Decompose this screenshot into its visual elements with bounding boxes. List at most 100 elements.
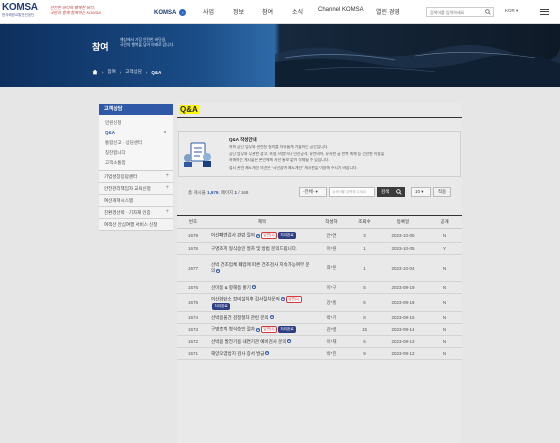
page-total: 168 <box>240 190 249 195</box>
post-count: 총 게시물 1,679, 페이지 1 / 168 <box>188 190 249 195</box>
search-bar: 총 게시물 1,679, 페이지 1 / 168 -전체- ▾ 검색어를 입력해… <box>177 186 462 199</box>
table-body: 1679 어선폐엔검사 관련 질의 답변(1) 처리완료 안*연 3 2023-10-05 N… <box>177 229 462 360</box>
breadcrumb-qa[interactable]: Q&A <box>151 70 161 75</box>
post-title-link[interactable]: 선박용물건 검정절차 관련 문의 <box>211 315 269 320</box>
sidebar-sub-qa[interactable]: Q&A <box>99 128 173 138</box>
lock-icon <box>269 315 274 320</box>
cell-title: 해양오염방지 검사 증서 발급 <box>209 351 313 357</box>
sidebar-head[interactable]: 고객상담 <box>99 104 173 115</box>
sidebar-item-growth-center[interactable]: 기업성장응답센터 + <box>99 171 173 183</box>
lock-icon <box>287 339 292 344</box>
sidebar-sub-civil-request[interactable]: 민원신청 <box>99 118 173 128</box>
cell-public: Y <box>442 246 446 251</box>
plus-icon: + <box>165 173 169 179</box>
cell-author: 박*기 <box>326 314 337 320</box>
logo-subtext: 한국해양교통안전공단 <box>2 13 35 17</box>
table-row[interactable]: 1679 어선폐엔검사 관련 질의 답변(1) 처리완료 안*연 3 2023-10-05 N <box>177 229 462 243</box>
cell-author: 강*홍 <box>326 299 337 305</box>
cell-date: 2023-09-19 <box>391 285 415 290</box>
lock-icon <box>251 285 256 290</box>
lock-icon <box>280 297 285 301</box>
nav-open-management[interactable]: 열린 경영 <box>376 7 400 16</box>
cell-views: 9 <box>363 351 366 356</box>
nav-news[interactable]: 소식 <box>292 7 303 16</box>
cell-author: 최*훈 <box>326 265 337 270</box>
sidebar-sub-compliments[interactable]: 칭찬합니다 <box>99 148 173 158</box>
post-title-link[interactable]: 선박용 발전기용 내연기관 예비검사 문의 <box>211 339 286 344</box>
sidebar-item-safe-travel[interactable]: 여객선 안심여행 서비스 신청 <box>99 219 173 231</box>
cell-date: 2023-10-05 <box>391 233 415 238</box>
sidebar-item-eco-certification[interactable]: 친환경선박 · 기자재 인증 + <box>99 207 173 219</box>
post-title-link[interactable]: 선박 건조업체 폐업에 따른 건조검사 지속가능여부 문의 <box>211 262 310 273</box>
post-title-link[interactable]: 구명조끼 형식승인 절차 및 방법 문의드립니다. <box>211 246 297 251</box>
post-title-link[interactable]: 이산화탄소 장비설치후 검사절차문의 <box>211 296 280 301</box>
sidebar-item-label: 안전관리책임자 교육신청 <box>104 186 151 191</box>
breadcrumb-customer-support[interactable]: 고객상담 <box>125 69 142 75</box>
table-header: 번호 제목 작성자 조회수 등록일 공개 <box>177 216 462 229</box>
sidebar-item-fishing-reform[interactable]: 여선개혁시스템 <box>99 195 173 207</box>
sidebar-item-label: 여선개혁시스템 <box>104 198 133 203</box>
menu-icon[interactable] <box>540 7 549 16</box>
breadcrumb-participation[interactable]: 참여 <box>108 69 116 75</box>
sidebar-sub-label: 민원신청 <box>105 120 122 125</box>
cell-date: 2023-09-14 <box>391 327 415 332</box>
post-title-link[interactable]: 어선폐엔검사 관련 질의 <box>211 233 255 238</box>
cell-views: 15 <box>361 327 367 332</box>
cell-views: 5 <box>363 300 366 305</box>
table-row[interactable]: 1674 선박용물건 검정절차 관련 문의 박*기 8 2023-09-15 N <box>177 312 462 324</box>
cell-title: 선박용물건 검정절차 관련 문의 <box>209 315 313 321</box>
nav-info[interactable]: 정보 <box>233 7 244 16</box>
site-header: KOMSA 한국해양교통안전공단 안전한 바다와 행복한 바다, 국민과 함께 … <box>0 0 560 24</box>
hero-subtitle-line-2: 국민의 행복을 담아 미래로 갑니다. <box>120 43 175 47</box>
post-title-link[interactable]: 선미등 & 항해등 밝기 <box>211 285 251 290</box>
active-dot-icon <box>164 131 166 133</box>
komsa-button[interactable]: KOMSA › <box>150 7 190 18</box>
sidebar-sub-label: 통합신고 · 상담센터 <box>105 140 143 145</box>
table-row[interactable]: 1672 선박용 발전기용 내연기관 예비검사 문의 이*재 6 2023-09-13 N <box>177 336 462 348</box>
keyword-input[interactable]: 검색어를 입력해 주세요 <box>329 187 375 197</box>
qa-table: 번호 제목 작성자 조회수 등록일 공개 1679 어선폐엔검사 관련 질의 답변(… <box>177 215 462 360</box>
nav-channel-komsa[interactable]: Channel KOMSA <box>318 7 364 13</box>
apply-button[interactable]: 적용 <box>433 187 451 197</box>
post-title-link[interactable]: 해양오염방지 검사 증서 발급 <box>211 351 264 356</box>
search-icon[interactable] <box>485 9 491 15</box>
table-row[interactable]: 1677 선박 건조업체 폐업에 따른 건조검사 지속가능여부 문의 최*훈 1 202… <box>177 255 462 282</box>
language-selector[interactable]: KOR ▾ <box>505 8 518 14</box>
table-row[interactable]: 1673 구명조끼 형식승인 절차 답변(1) 처리완료 김*병 15 2023-09-14… <box>177 324 462 336</box>
table-row[interactable]: 1676 선미등 & 항해등 밝기 이*구 5 2023-09-19 N <box>177 282 462 294</box>
apply-button-label: 적용 <box>437 189 447 194</box>
search-input[interactable] <box>427 8 485 16</box>
sidebar-sub-label: 고객소통함 <box>105 160 126 165</box>
search-button[interactable]: 검색 <box>377 187 405 197</box>
table-row[interactable]: 1671 해양오염방지 검사 증서 발급 박*진 9 2023-09-12 N <box>177 348 462 360</box>
per-page-value: 10 <box>415 189 421 194</box>
cell-title: 선미등 & 항해등 밝기 <box>209 285 313 291</box>
nav-participation[interactable]: 참여 <box>262 7 273 16</box>
filter-select[interactable]: -전체- ▾ <box>299 187 327 197</box>
plus-icon: + <box>165 185 169 191</box>
hero-banner: 참여 해상에서 가장 안전한 바닷길, 국민의 행복을 담아 미래로 갑니다. … <box>0 24 560 87</box>
th-title: 제목 <box>257 219 267 224</box>
th-number: 번호 <box>188 219 198 224</box>
crumb-separator: › <box>145 69 148 75</box>
cell-number: 1673 <box>187 327 198 332</box>
plus-icon: + <box>165 209 169 215</box>
sidebar-item-safety-education[interactable]: 안전관리책임자 교육신청 + <box>99 183 173 195</box>
sidebar-item-label: 친환경선박 · 기자재 인증 <box>104 210 151 215</box>
cell-public: N <box>442 339 447 344</box>
header-search <box>426 7 494 17</box>
nav-business[interactable]: 사업 <box>203 7 214 16</box>
status-badge: 처리완료 <box>277 326 297 333</box>
cell-number: 1672 <box>187 339 198 344</box>
sidebar-sub-report-center[interactable]: 통합신고 · 상담센터 <box>99 138 173 148</box>
sidebar-sub-customer-comm[interactable]: 고객소통함 <box>99 158 173 168</box>
table-row[interactable]: 1675 이산화탄소 장비설치후 검사절차문의 답변(1) 처리완료 강*홍 5 2023-… <box>177 294 462 312</box>
post-title-link[interactable]: 구명조끼 형식승인 절차 <box>211 327 255 332</box>
komsa-logo[interactable]: KOMSA 한국해양교통안전공단 <box>2 3 44 21</box>
per-page-select[interactable]: 10 ▾ <box>411 187 431 197</box>
home-icon[interactable] <box>92 69 98 75</box>
cell-date: 2023-10-05 <box>391 246 415 251</box>
table-row[interactable]: 1678 구명조끼 형식승인 절차 및 방법 문의드립니다. 이*원 1 2023-10… <box>177 243 462 255</box>
main-content: Q&A Q&A 작성안내 저희 공단 업무와 관련된 질의를 자유롭게 기술하는… <box>177 103 462 443</box>
lock-icon <box>265 351 270 356</box>
